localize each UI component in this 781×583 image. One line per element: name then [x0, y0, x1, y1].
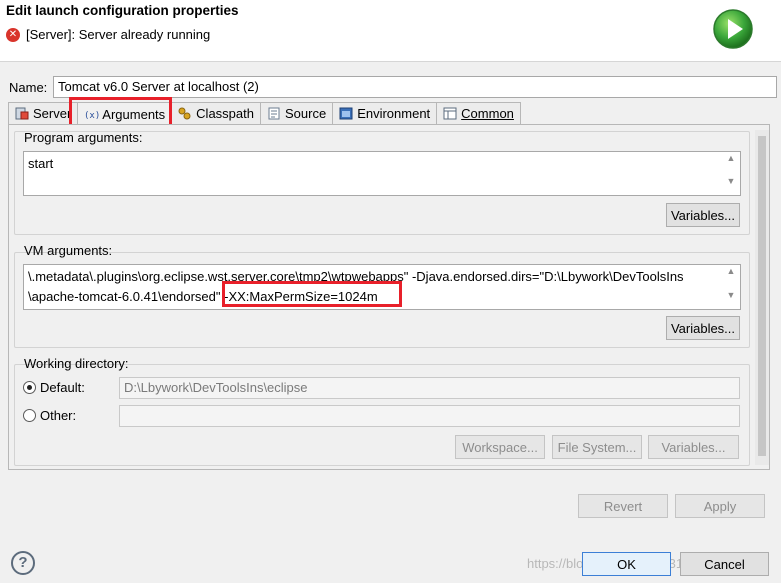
other-radio-label: Other:	[40, 408, 77, 423]
other-radio[interactable]: Other:	[23, 408, 76, 423]
program-arguments-scrollbar[interactable]: ▲ ▼	[724, 153, 738, 194]
revert-button[interactable]: Revert	[578, 494, 668, 518]
dialog-header: Edit launch configuration properties ✕ […	[0, 0, 781, 62]
arguments-tab-highlight	[69, 97, 172, 127]
program-arguments-label: Program arguments:	[24, 130, 143, 145]
vm-variables-button[interactable]: Variables...	[666, 316, 740, 340]
tab-environment[interactable]: Environment	[332, 102, 438, 124]
default-radio-label: Default:	[40, 380, 85, 395]
tab-server[interactable]: Server	[8, 102, 79, 124]
dialog-title: Edit launch configuration properties	[6, 3, 239, 18]
server-icon	[15, 107, 29, 120]
scroll-down-icon[interactable]: ▼	[724, 176, 738, 186]
tab-common[interactable]: Common	[436, 102, 521, 124]
source-icon	[267, 107, 281, 120]
name-row: Name: Tomcat v6.0 Server at localhost (2…	[9, 76, 779, 98]
name-label: Name:	[9, 79, 48, 95]
error-message-text: [Server]: Server already running	[26, 27, 211, 42]
help-icon[interactable]: ?	[11, 551, 35, 575]
program-variables-button[interactable]: Variables...	[666, 203, 740, 227]
ok-button[interactable]: OK	[582, 552, 671, 576]
tab-classpath[interactable]: Classpath	[171, 102, 261, 124]
default-radio-dot[interactable]	[23, 381, 36, 394]
workspace-button[interactable]: Workspace...	[455, 435, 545, 459]
tab-source[interactable]: Source	[259, 102, 334, 124]
tab-common-label: Common	[461, 106, 514, 121]
scroll-up-icon[interactable]: ▲	[724, 266, 738, 276]
name-input[interactable]: Tomcat v6.0 Server at localhost (2)	[53, 76, 777, 98]
working-directory-label: Working directory:	[24, 356, 129, 371]
pane-scrollbar[interactable]	[755, 130, 769, 465]
environment-icon	[339, 107, 353, 120]
cancel-button[interactable]: Cancel	[680, 552, 769, 576]
tab-environment-label: Environment	[357, 106, 431, 121]
file-system-button[interactable]: File System...	[552, 435, 642, 459]
pane-scrollbar-thumb[interactable]	[758, 136, 766, 456]
scroll-down-icon[interactable]: ▼	[724, 290, 738, 300]
vm-arguments-line2-prefix: \apache-tomcat-6.0.41\endorsed"	[28, 289, 221, 304]
apply-button[interactable]: Apply	[675, 494, 765, 518]
other-directory-field[interactable]	[119, 405, 740, 427]
scroll-up-icon[interactable]: ▲	[724, 153, 738, 163]
default-directory-field: D:\Lbywork\DevToolsIns\eclipse	[119, 377, 740, 399]
default-radio[interactable]: Default:	[23, 380, 85, 395]
error-icon: ✕	[6, 27, 20, 42]
green-run-icon	[713, 9, 753, 49]
tab-source-label: Source	[284, 106, 327, 121]
working-variables-button[interactable]: Variables...	[648, 435, 739, 459]
tab-classpath-label: Classpath	[196, 106, 254, 121]
vm-arguments-scrollbar[interactable]: ▲ ▼	[724, 266, 738, 308]
other-radio-dot[interactable]	[23, 409, 36, 422]
maxpermsize-highlight	[222, 281, 402, 307]
classpath-icon	[178, 107, 192, 120]
error-message: ✕ [Server]: Server already running	[6, 27, 210, 42]
vm-arguments-label: VM arguments:	[24, 243, 113, 258]
tab-server-label: Server	[33, 106, 72, 121]
program-arguments-input[interactable]: start	[23, 151, 741, 196]
common-icon	[443, 107, 457, 120]
program-arguments-value: start	[28, 156, 54, 171]
